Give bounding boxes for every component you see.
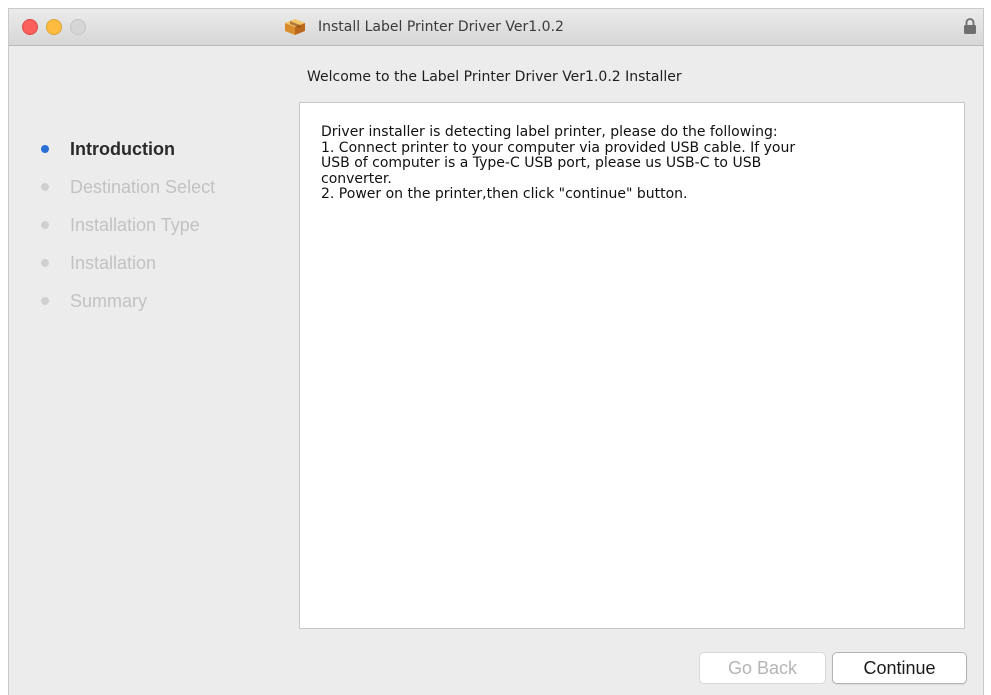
instructions-text: Driver installer is detecting label prin… <box>321 124 950 203</box>
go-back-button[interactable]: Go Back <box>699 652 826 684</box>
window-title-group: Install Label Printer Driver Ver1.0.2 <box>284 17 564 37</box>
page-title: Welcome to the Label Printer Driver Ver1… <box>307 69 682 85</box>
zoom-button <box>70 19 86 35</box>
instruction-line: USB of computer is a Type-C USB port, pl… <box>321 155 762 171</box>
content-panel: Driver installer is detecting label prin… <box>299 102 965 629</box>
title-bar[interactable]: Install Label Printer Driver Ver1.0.2 <box>9 9 983 46</box>
instruction-line: 2. Power on the printer,then click "cont… <box>321 186 688 202</box>
step-bullet-icon <box>41 221 49 229</box>
steps-sidebar: Introduction Destination Select Installa… <box>39 136 215 326</box>
minimize-button[interactable] <box>46 19 62 35</box>
step-label: Summary <box>70 291 148 311</box>
step-introduction: Introduction <box>39 136 215 174</box>
continue-button[interactable]: Continue <box>832 652 967 684</box>
step-destination-select: Destination Select <box>39 174 215 212</box>
step-label: Installation Type <box>70 215 200 235</box>
step-installation-type: Installation Type <box>39 212 215 250</box>
instruction-line: 1. Connect printer to your computer via … <box>321 139 796 156</box>
step-bullet-icon <box>41 183 49 191</box>
step-label: Installation <box>70 253 157 273</box>
step-bullet-icon <box>41 145 49 153</box>
close-button[interactable] <box>22 19 38 35</box>
lock-icon <box>964 18 976 34</box>
installer-window: Install Label Printer Driver Ver1.0.2 We… <box>8 8 984 695</box>
window-title: Install Label Printer Driver Ver1.0.2 <box>318 19 564 35</box>
instruction-line: Driver installer is detecting label prin… <box>321 124 778 140</box>
step-bullet-icon <box>41 259 49 267</box>
step-label: Destination Select <box>70 177 216 197</box>
step-bullet-icon <box>41 297 49 305</box>
step-installation: Installation <box>39 250 215 288</box>
instruction-line: converter. <box>321 170 392 187</box>
step-summary: Summary <box>39 288 215 326</box>
package-icon <box>285 19 305 35</box>
step-label: Introduction <box>70 139 175 159</box>
